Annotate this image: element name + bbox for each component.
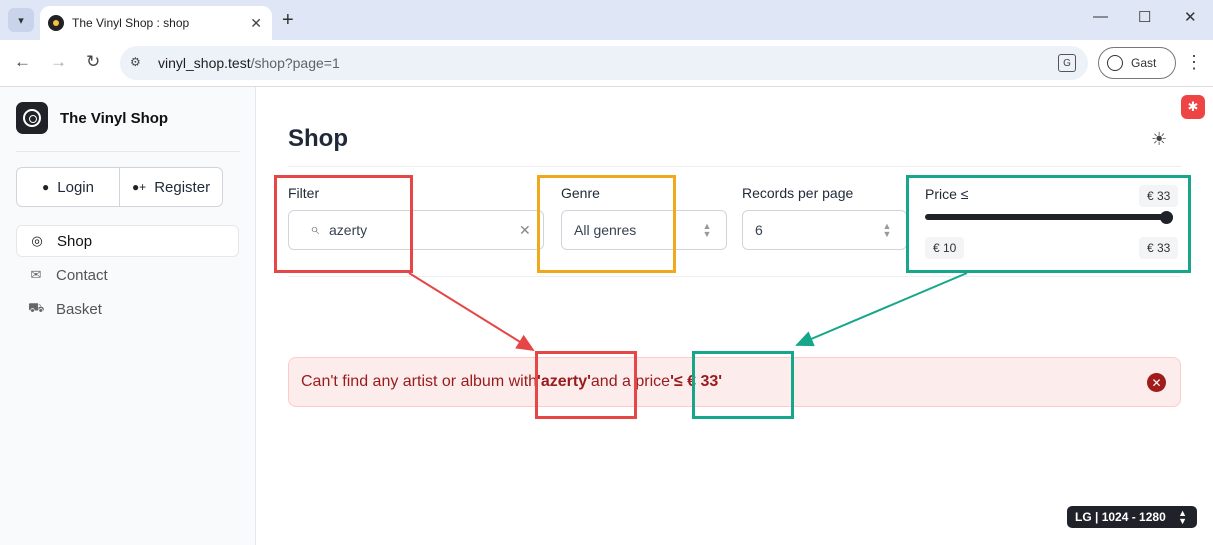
vinyl-favicon-icon [48, 15, 64, 31]
profile-label: Gast [1131, 56, 1157, 70]
chevron-updown-icon: ▲ ▼ [1178, 508, 1187, 526]
per-page-label: Records per page [742, 185, 854, 201]
filter-divider-top [288, 166, 1181, 167]
filter-search-input[interactable]: ⌕ azerty ✕ [288, 210, 544, 250]
annotation-arrow-red [408, 272, 535, 352]
alert-query: 'azerty' [537, 373, 591, 390]
vinyl-icon: ◎ [31, 233, 43, 248]
alert-text-prefix: Can't find any artist or album with [301, 373, 538, 390]
debug-bug-icon[interactable]: ✱ [1181, 95, 1205, 119]
close-window-button[interactable]: ✕ [1184, 8, 1197, 26]
sidebar-divider [16, 151, 240, 152]
new-tab-button[interactable]: + [282, 8, 294, 32]
translate-icon[interactable]: G [1058, 54, 1076, 72]
mail-icon: ✉ [30, 267, 42, 282]
address-bar[interactable]: ⚙ vinyl_shop.test /shop?page=1 G [120, 46, 1088, 80]
login-button[interactable]: ● Login [17, 168, 119, 206]
price-min-badge: € 10 [925, 237, 965, 259]
brand-name: The Vinyl Shop [60, 109, 169, 127]
maximize-button[interactable]: ☐ [1138, 8, 1151, 26]
register-label: Register [154, 178, 211, 196]
price-current-badge: € 33 [1139, 185, 1179, 207]
tab-title: The Vinyl Shop : shop [72, 16, 190, 30]
genre-value: All genres [574, 222, 637, 238]
browser-tab-bar: ▾ The Vinyl Shop : shop ✕ + — ☐ ✕ [0, 0, 1213, 40]
profile-button[interactable]: Gast [1098, 47, 1176, 79]
sidebar: The Vinyl Shop ● Login ●+ Register ◎ Sho… [0, 87, 256, 545]
cart-icon: ⛟ [28, 300, 45, 315]
price-label: Price ≤ [925, 186, 969, 202]
tab-search-button[interactable]: ▾ [8, 8, 34, 32]
alert-text-middle: and a price [590, 373, 671, 390]
filter-divider-bottom [288, 276, 1181, 277]
back-button[interactable]: ← [14, 52, 31, 72]
auth-button-group: ● Login ●+ Register [16, 167, 223, 207]
close-tab-icon[interactable]: ✕ [250, 15, 262, 32]
reload-button[interactable]: ↻ [86, 52, 100, 72]
sidebar-item-contact[interactable]: ✉ Contact [16, 259, 239, 291]
sidebar-item-label: Shop [57, 232, 93, 250]
sidebar-item-label: Basket [56, 300, 102, 318]
per-page-value: 6 [755, 222, 763, 238]
alert-price: '≤ € 33' [670, 373, 723, 390]
select-arrows-icon: ▲ ▼ [882, 221, 892, 239]
breakpoint-badge[interactable]: LG | 1024 - 1280 ▲ ▼ [1067, 506, 1197, 528]
filter-label: Filter [288, 185, 320, 201]
vinyl-logo-icon [16, 102, 48, 134]
alert-close-icon[interactable]: ✕ [1147, 373, 1166, 392]
page-title: Shop [288, 125, 348, 152]
no-results-alert: Can't find any artist or album with 'aze… [288, 357, 1181, 407]
site-settings-icon[interactable]: ⚙ [130, 55, 146, 71]
search-icon: ⌕ [310, 221, 319, 238]
clear-filter-icon[interactable]: ✕ [519, 222, 535, 239]
select-arrows-icon: ▲ ▼ [702, 221, 712, 239]
register-button[interactable]: ●+ Register [119, 168, 222, 206]
price-slider-track[interactable] [925, 214, 1173, 220]
sidebar-nav: ◎ Shop ✉ Contact ⛟ Basket [16, 225, 239, 327]
brand[interactable]: The Vinyl Shop [16, 102, 168, 134]
filter-value: azerty [329, 222, 368, 238]
browser-tab[interactable]: The Vinyl Shop : shop ✕ [40, 6, 272, 40]
login-label: Login [57, 178, 94, 196]
sidebar-item-shop[interactable]: ◎ Shop [16, 225, 239, 257]
browser-toolbar: ← → ↻ ⚙ vinyl_shop.test /shop?page=1 G G… [0, 40, 1213, 87]
per-page-select[interactable]: 6 ▲ ▼ [742, 210, 907, 250]
user-plus-icon: ●+ [131, 180, 147, 194]
price-max-badge: € 33 [1139, 237, 1179, 259]
annotation-arrow-green [795, 272, 968, 347]
theme-toggle-sun-icon[interactable]: ☀ [1151, 129, 1167, 150]
breakpoint-label: LG | 1024 - 1280 [1075, 510, 1166, 524]
browser-menu-icon[interactable]: ⋮ [1185, 52, 1203, 73]
forward-button[interactable]: → [50, 52, 67, 72]
genre-select[interactable]: All genres ▲ ▼ [561, 210, 727, 250]
minimize-button[interactable]: — [1093, 8, 1108, 25]
user-icon: ● [42, 180, 50, 194]
sidebar-item-label: Contact [56, 266, 108, 284]
genre-label: Genre [561, 185, 600, 201]
price-slider-thumb[interactable] [1160, 211, 1173, 224]
url-host: vinyl_shop.test [158, 55, 251, 71]
profile-avatar-icon [1107, 55, 1123, 71]
sidebar-item-basket[interactable]: ⛟ Basket [16, 293, 239, 325]
url-path: /shop?page=1 [250, 55, 340, 71]
